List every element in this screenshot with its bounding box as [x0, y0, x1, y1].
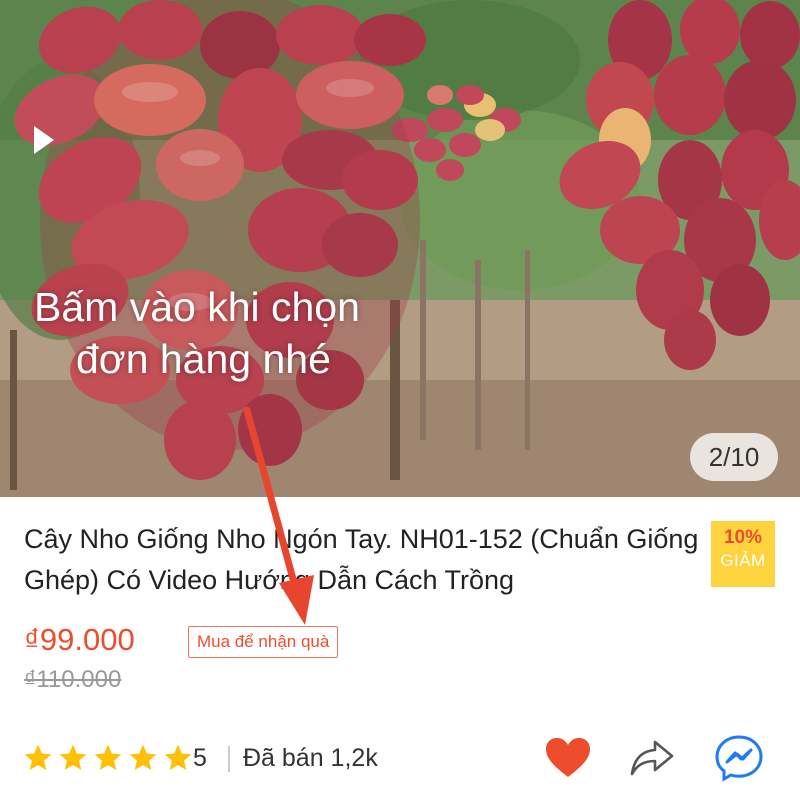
image-overlay-caption: Bấm vào khi chọn đơn hàng nhé — [34, 281, 360, 385]
current-price: ₫99.000 — [24, 622, 135, 657]
star-icon — [164, 744, 192, 770]
product-title: Cây Nho Giống Nho Ngón Tay. NH01-152 (Ch… — [24, 524, 699, 595]
gift-promo-tag[interactable]: Mua để nhận quà — [188, 626, 339, 658]
play-icon[interactable] — [30, 122, 58, 158]
rating-stars[interactable] — [22, 742, 194, 778]
star-icon — [129, 744, 157, 770]
rating-divider — [228, 746, 230, 772]
product-image[interactable]: Bấm vào khi chọn đơn hàng nhé 2/10 — [0, 0, 800, 497]
image-counter: 2/10 — [690, 433, 778, 481]
grape-photo — [0, 0, 800, 497]
discount-percent: 10% — [723, 527, 763, 548]
sold-count: Đã bán 1,2k — [243, 744, 378, 772]
star-icon — [59, 744, 87, 770]
overlay-line-1: Bấm vào khi chọn — [34, 284, 360, 330]
original-price: ₫110.000 — [24, 666, 122, 693]
overlay-line-2: đơn hàng nhé — [76, 336, 331, 382]
star-icon — [94, 744, 122, 770]
rating-score: 5 — [193, 744, 207, 772]
discount-label: GIẢM — [720, 551, 766, 570]
discount-badge: 10% GIẢM — [711, 521, 775, 587]
share-icon[interactable] — [629, 738, 675, 778]
heart-icon[interactable] — [545, 737, 591, 779]
messenger-icon[interactable] — [714, 734, 764, 782]
star-icon — [24, 744, 52, 770]
